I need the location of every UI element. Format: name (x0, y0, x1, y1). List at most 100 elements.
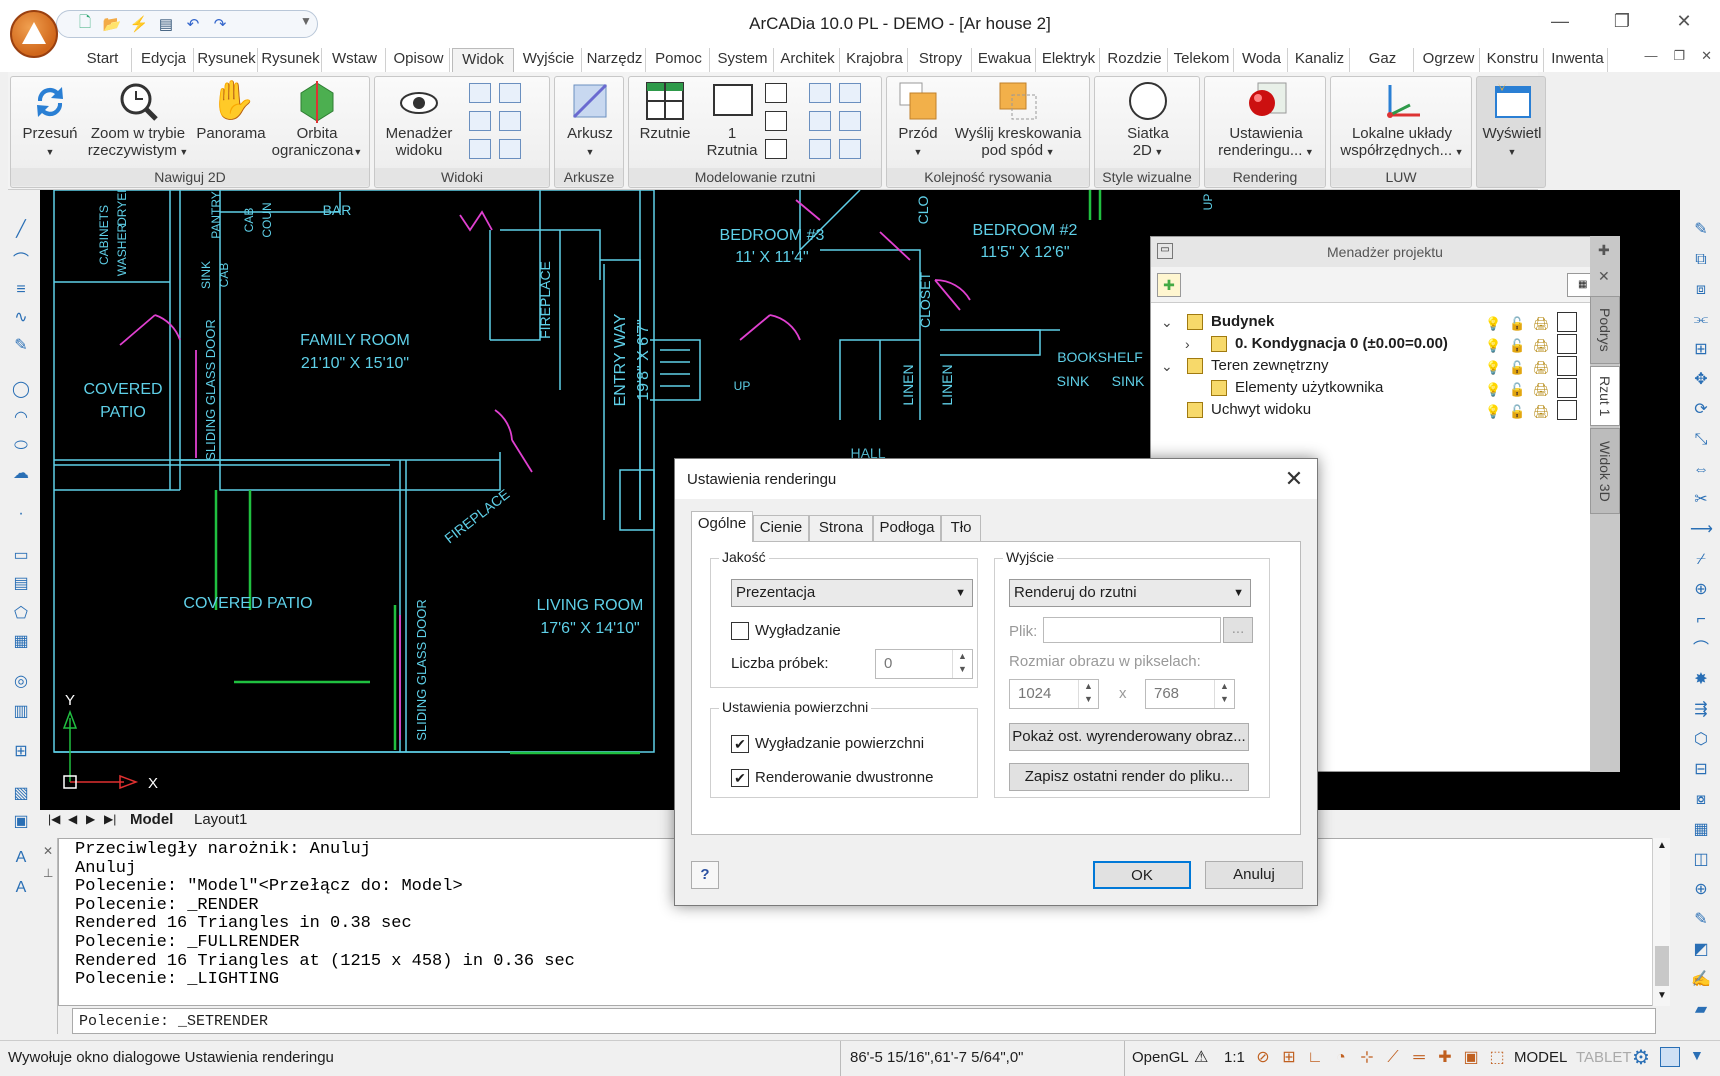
match-properties-icon[interactable]: ⊟ (1690, 760, 1712, 780)
ribbon-tab-opisow[interactable]: Opisow (388, 48, 450, 72)
ribbon-tab-architek[interactable]: Architek (776, 48, 840, 72)
dialog-close-icon[interactable]: ✕ (1279, 465, 1309, 493)
bulb-icon[interactable]: 💡 (1485, 357, 1501, 379)
block-icon[interactable]: ⊞ (10, 742, 32, 762)
ribbon-tab-inwenta[interactable]: Inwenta (1548, 48, 1608, 72)
area-icon[interactable]: ◫ (1690, 850, 1712, 870)
align-icon[interactable]: ⇶ (1690, 700, 1712, 720)
scale-icon[interactable]: ⤡ (1690, 430, 1712, 450)
output-target-combo[interactable]: Renderuj do rzutni ▼ (1009, 579, 1251, 607)
local-ucs-button[interactable]: Lokalne układy współrzędnych... ▼ (1333, 79, 1471, 161)
copy-icon[interactable]: ⧉ (1690, 250, 1712, 270)
line-icon[interactable]: ╱ (10, 220, 32, 240)
clean-screen-icon[interactable] (1660, 1047, 1680, 1067)
browse-button[interactable]: ... (1223, 617, 1253, 643)
ortho-toggle-icon[interactable]: ∟ (1304, 1047, 1326, 1069)
polyline-icon[interactable]: ⌒ (10, 252, 32, 272)
annotation-scale-icon[interactable]: ⚠ (1194, 1047, 1208, 1067)
fill-tool-icon[interactable]: ▰ (1690, 1000, 1712, 1020)
fillet-icon[interactable]: ⌒ (1690, 640, 1712, 660)
doc-close-icon[interactable]: ✕ (1701, 48, 1712, 64)
dynamic-input-toggle-icon[interactable]: ✚ (1434, 1047, 1456, 1069)
view-eye-small-icon[interactable] (469, 83, 491, 103)
spinner-arrows-icon[interactable]: ▲ ▼ (952, 650, 972, 678)
dialog-tab-1[interactable]: Cienie (753, 515, 809, 541)
command-pin-icon[interactable]: ⊥ (43, 866, 53, 880)
tree-item[interactable]: ⌄ Teren zewnętrzny 💡 🔓 🖨 (1151, 355, 1619, 377)
view-eye-small-icon[interactable] (499, 83, 521, 103)
table-icon[interactable]: ▥ (10, 702, 32, 722)
print-icon[interactable]: 🖨 (1533, 379, 1550, 401)
bulb-icon[interactable]: 💡 (1485, 401, 1501, 423)
lock-icon[interactable]: 🔓 (1509, 313, 1525, 335)
ribbon-tab-wyjście[interactable]: Wyjście (516, 48, 582, 72)
tree-item[interactable]: ⌄ Budynek 💡 🔓 🖨 (1151, 311, 1619, 333)
side-tab-podrys[interactable]: Podrys (1590, 296, 1620, 364)
stretch-icon[interactable]: ⇔ (1690, 460, 1712, 480)
revision-cloud-icon[interactable]: ☁ (10, 464, 32, 484)
print-icon[interactable]: 🖨 (1533, 357, 1550, 379)
show-last-render-button[interactable]: Pokaż ost. wyrenderowany obraz... (1009, 723, 1249, 751)
command-close-icon[interactable]: ✕ (43, 844, 53, 858)
dialog-tab-4[interactable]: Tło (941, 515, 981, 541)
panel-menu-icon[interactable]: ▭ (1157, 243, 1173, 259)
viewport-tool-icon[interactable] (839, 111, 861, 131)
ribbon-tab-ewakua[interactable]: Ewakua (974, 48, 1036, 72)
print-icon[interactable]: 🖨 (1533, 335, 1550, 357)
insert-image-icon[interactable]: ▣ (10, 812, 32, 832)
surface-smoothing-checkbox[interactable]: ✔ (731, 735, 749, 753)
settings-gear-icon[interactable]: ⚙ (1632, 1045, 1650, 1070)
ribbon-tab-wstaw[interactable]: Wstaw (324, 48, 386, 72)
spinner-arrows-icon[interactable]: ▲ ▼ (1078, 680, 1098, 708)
rectangle-icon[interactable]: ▭ (10, 546, 32, 566)
tab-layout1[interactable]: Layout1 (194, 811, 247, 828)
bulb-icon[interactable]: 💡 (1485, 335, 1501, 357)
render-settings-button[interactable]: Ustawienia renderingu... ▼ (1207, 79, 1325, 161)
bulb-icon[interactable]: 💡 (1485, 313, 1501, 335)
lock-icon[interactable]: 🔓 (1509, 357, 1525, 379)
ribbon-tab-narzędz[interactable]: Narzędz (584, 48, 646, 72)
erase-icon[interactable]: ✎ (1690, 220, 1712, 240)
wyswietl-button[interactable]: Wyświetl ▼ (1479, 79, 1545, 161)
mirror-icon[interactable]: ⧈ (1690, 280, 1712, 300)
light-bulb-icon[interactable] (469, 139, 491, 159)
side-tab-widok3d[interactable]: Widok 3D (1590, 428, 1620, 514)
ribbon-tab-pomoc[interactable]: Pomoc (648, 48, 710, 72)
view-manager-button[interactable]: Menadżer widoku (379, 79, 459, 159)
lock-icon[interactable]: 🔓 (1509, 401, 1525, 423)
pan-refresh-button[interactable]: Przesuń ▼ (17, 79, 83, 161)
viewport-tool-icon[interactable] (839, 139, 861, 159)
double-sided-checkbox[interactable]: ✔ (731, 769, 749, 787)
plot-icon[interactable]: ▤ (154, 13, 178, 35)
ribbon-tab-telekom[interactable]: Telekom (1170, 48, 1234, 72)
viewport-tool-icon[interactable] (809, 111, 831, 131)
ribbon-tab-rozdzie[interactable]: Rozdzie (1102, 48, 1168, 72)
ribbon-tab-elektryk[interactable]: Elektryk (1038, 48, 1100, 72)
tree-item[interactable]: Elementy użytkownika 💡 🔓 🖨 (1151, 377, 1619, 399)
point-icon[interactable]: · (10, 504, 32, 524)
redo-icon[interactable]: ↷ (208, 13, 232, 35)
image-height-spinner[interactable]: 768 ▲ ▼ (1145, 679, 1235, 709)
text-icon[interactable]: A (10, 848, 32, 868)
doc-restore-icon[interactable]: ❐ (1673, 48, 1685, 64)
pencil-icon[interactable]: ✎ (1690, 910, 1712, 930)
ribbon-tab-woda[interactable]: Woda (1236, 48, 1288, 72)
last-layout-icon[interactable]: ▶| (104, 812, 116, 826)
view-eye-small-icon[interactable] (499, 111, 521, 131)
scroll-down-icon[interactable]: ▼ (1657, 990, 1667, 1001)
smoothing-checkbox[interactable] (731, 622, 749, 640)
dialog-tab-0[interactable]: Ogólne (691, 511, 753, 542)
expand-icon[interactable]: › (1185, 333, 1190, 355)
viewport-tool-icon[interactable] (839, 83, 861, 103)
single-viewport-button[interactable]: 1 Rzutnia (701, 79, 763, 159)
join-icon[interactable]: ⊕ (1690, 580, 1712, 600)
viewport-tool-icon[interactable] (809, 139, 831, 159)
extend-icon[interactable]: ⟶ (1690, 520, 1713, 540)
visibility-checkbox[interactable] (1557, 400, 1577, 420)
wipeout-icon[interactable]: ▧ (10, 784, 32, 804)
restore-icon[interactable]: ❐ (1602, 6, 1642, 36)
cube-icon[interactable] (499, 139, 521, 159)
grid-toggle-icon[interactable]: ⊞ (1278, 1047, 1300, 1069)
snap-toggle-icon[interactable]: ⊘ (1252, 1047, 1274, 1069)
ribbon-tab-krajobra[interactable]: Krajobra (842, 48, 908, 72)
